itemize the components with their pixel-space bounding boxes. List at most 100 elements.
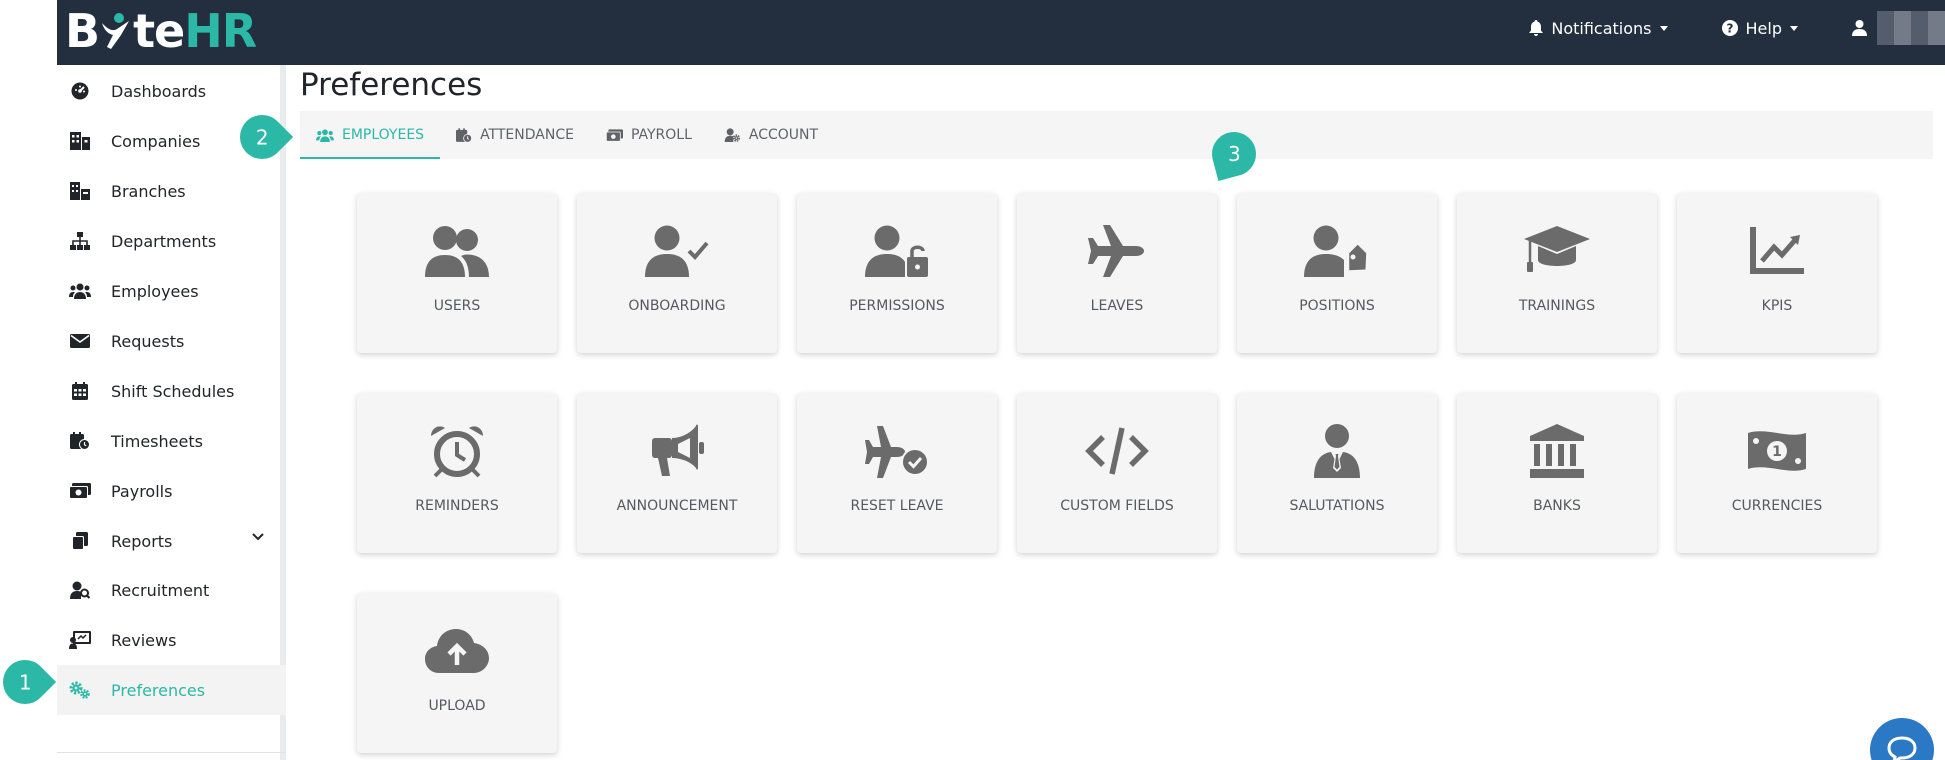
sidebar-item-label: Recruitment bbox=[111, 580, 210, 600]
card-announcement[interactable]: Announcement bbox=[577, 393, 777, 553]
card-label: Permissions bbox=[849, 298, 945, 314]
notifications-dropdown[interactable]: Notifications bbox=[1529, 19, 1668, 38]
tab-label: Account bbox=[748, 127, 819, 143]
chalkboard-icon bbox=[69, 629, 91, 651]
tab-account[interactable]: Account bbox=[708, 111, 834, 159]
sidebar-item-label: Dashboards bbox=[111, 81, 207, 101]
caret-down-icon bbox=[1659, 25, 1668, 31]
sidebar: Dashboards Companies Branches Department… bbox=[57, 65, 286, 760]
card-label: KPIs bbox=[1761, 298, 1793, 314]
card-permissions[interactable]: Permissions bbox=[797, 193, 997, 353]
bell-icon bbox=[1529, 20, 1544, 36]
card-label: Trainings bbox=[1518, 298, 1596, 314]
chevron-down-icon[interactable] bbox=[252, 533, 264, 541]
card-positions[interactable]: Positions bbox=[1237, 193, 1437, 353]
sidebar-item-label: Companies bbox=[111, 131, 201, 151]
alarm-clock-icon bbox=[429, 423, 485, 479]
bullhorn-icon bbox=[650, 423, 704, 479]
card-onboarding[interactable]: Onboarding bbox=[577, 193, 777, 353]
sidebar-item-departments[interactable]: Departments bbox=[57, 216, 286, 266]
logo-person-icon bbox=[102, 13, 130, 49]
envelope-icon bbox=[69, 330, 91, 352]
code-icon bbox=[1085, 423, 1149, 479]
sidebar-item-timesheets[interactable]: Timesheets bbox=[57, 416, 286, 466]
help-label: Help bbox=[1745, 18, 1782, 38]
card-label: Positions bbox=[1299, 298, 1375, 314]
sidebar-item-branches[interactable]: Branches bbox=[57, 166, 286, 216]
users-icon bbox=[425, 223, 489, 279]
bank-icon bbox=[1530, 423, 1584, 479]
user-tie-icon bbox=[1314, 423, 1360, 479]
sitemap-icon bbox=[69, 230, 91, 252]
chat-bubble-icon bbox=[1887, 736, 1917, 760]
users-icon bbox=[316, 128, 334, 142]
sidebar-item-payrolls[interactable]: Payrolls bbox=[57, 466, 286, 516]
user-cog-icon bbox=[724, 128, 740, 142]
user-tag-icon bbox=[1304, 223, 1370, 279]
card-users[interactable]: Users bbox=[357, 193, 557, 353]
plane-icon bbox=[1088, 223, 1146, 279]
card-label: Custom Fields bbox=[1060, 498, 1174, 514]
sidebar-item-label: Timesheets bbox=[111, 431, 203, 451]
calendar-clock-icon bbox=[456, 127, 473, 143]
sidebar-item-label: Branches bbox=[111, 181, 186, 201]
sidebar-item-label: Payrolls bbox=[111, 481, 173, 501]
app-shell: B te HR Notifications ? Help Dashboards … bbox=[57, 0, 1945, 760]
users-icon bbox=[69, 280, 91, 302]
card-label: Onboarding bbox=[628, 298, 726, 314]
bytehr-logo[interactable]: B te HR bbox=[65, 4, 257, 58]
money-icon bbox=[69, 480, 91, 502]
card-upload[interactable]: Upload bbox=[357, 593, 557, 753]
card-custom-fields[interactable]: Custom Fields bbox=[1017, 393, 1217, 553]
card-currencies[interactable]: 1 Currencies bbox=[1677, 393, 1877, 553]
money-bill-icon: 1 bbox=[1748, 423, 1806, 479]
page-title: Preferences bbox=[300, 67, 483, 103]
card-salutations[interactable]: Salutations bbox=[1237, 393, 1437, 553]
top-navbar: B te HR Notifications ? Help bbox=[57, 0, 1945, 65]
card-label: Banks bbox=[1533, 498, 1581, 514]
branches-icon bbox=[69, 180, 91, 202]
help-dropdown[interactable]: ? Help bbox=[1721, 18, 1798, 38]
svg-text:1: 1 bbox=[1772, 444, 1782, 460]
sidebar-item-dashboards[interactable]: Dashboards bbox=[57, 66, 286, 116]
user-avatar-blurred bbox=[1877, 11, 1945, 45]
marker-number: 1 bbox=[18, 669, 32, 694]
user-icon bbox=[1852, 20, 1867, 36]
sidebar-item-reviews[interactable]: Reviews bbox=[57, 615, 286, 665]
card-label: Announcement bbox=[616, 498, 738, 514]
tab-label: Payroll bbox=[630, 127, 692, 143]
card-label: Reset Leave bbox=[850, 498, 944, 514]
card-reminders[interactable]: Reminders bbox=[357, 393, 557, 553]
card-label: Reminders bbox=[415, 498, 499, 514]
marker-number: 3 bbox=[1227, 142, 1241, 167]
chart-line-icon bbox=[1750, 223, 1804, 279]
graduation-cap-icon bbox=[1524, 223, 1590, 279]
tab-employees[interactable]: Employees bbox=[300, 111, 441, 159]
sidebar-item-requests[interactable]: Requests bbox=[57, 316, 286, 366]
card-banks[interactable]: Banks bbox=[1457, 393, 1657, 553]
logo-letter-b: B bbox=[65, 4, 100, 58]
calendar-icon bbox=[69, 380, 91, 402]
marker-number: 2 bbox=[255, 124, 269, 149]
sidebar-item-label: Requests bbox=[111, 331, 185, 351]
sidebar-item-label: Employees bbox=[111, 281, 199, 301]
sidebar-item-shift-schedules[interactable]: Shift Schedules bbox=[57, 366, 286, 416]
sidebar-bottom-divider bbox=[57, 752, 286, 760]
copy-icon bbox=[69, 530, 91, 552]
sidebar-item-preferences[interactable]: Preferences bbox=[57, 665, 286, 715]
card-kpis[interactable]: KPIs bbox=[1677, 193, 1877, 353]
card-reset-leave[interactable]: Reset Leave bbox=[797, 393, 997, 553]
calendar-clock-icon bbox=[69, 430, 91, 452]
building-icon bbox=[69, 130, 91, 152]
sidebar-item-reports[interactable]: Reports bbox=[57, 516, 286, 566]
tab-payroll[interactable]: Payroll bbox=[590, 111, 708, 159]
card-trainings[interactable]: Trainings bbox=[1457, 193, 1657, 353]
cloud-upload-icon bbox=[425, 623, 489, 679]
card-leaves[interactable]: Leaves bbox=[1017, 193, 1217, 353]
sidebar-item-recruitment[interactable]: Recruitment bbox=[57, 565, 286, 615]
sidebar-item-employees[interactable]: Employees bbox=[57, 266, 286, 316]
user-menu[interactable] bbox=[1852, 11, 1945, 45]
tab-attendance[interactable]: Attendance bbox=[440, 111, 590, 159]
money-icon bbox=[605, 128, 623, 142]
card-label: Currencies bbox=[1731, 498, 1823, 514]
